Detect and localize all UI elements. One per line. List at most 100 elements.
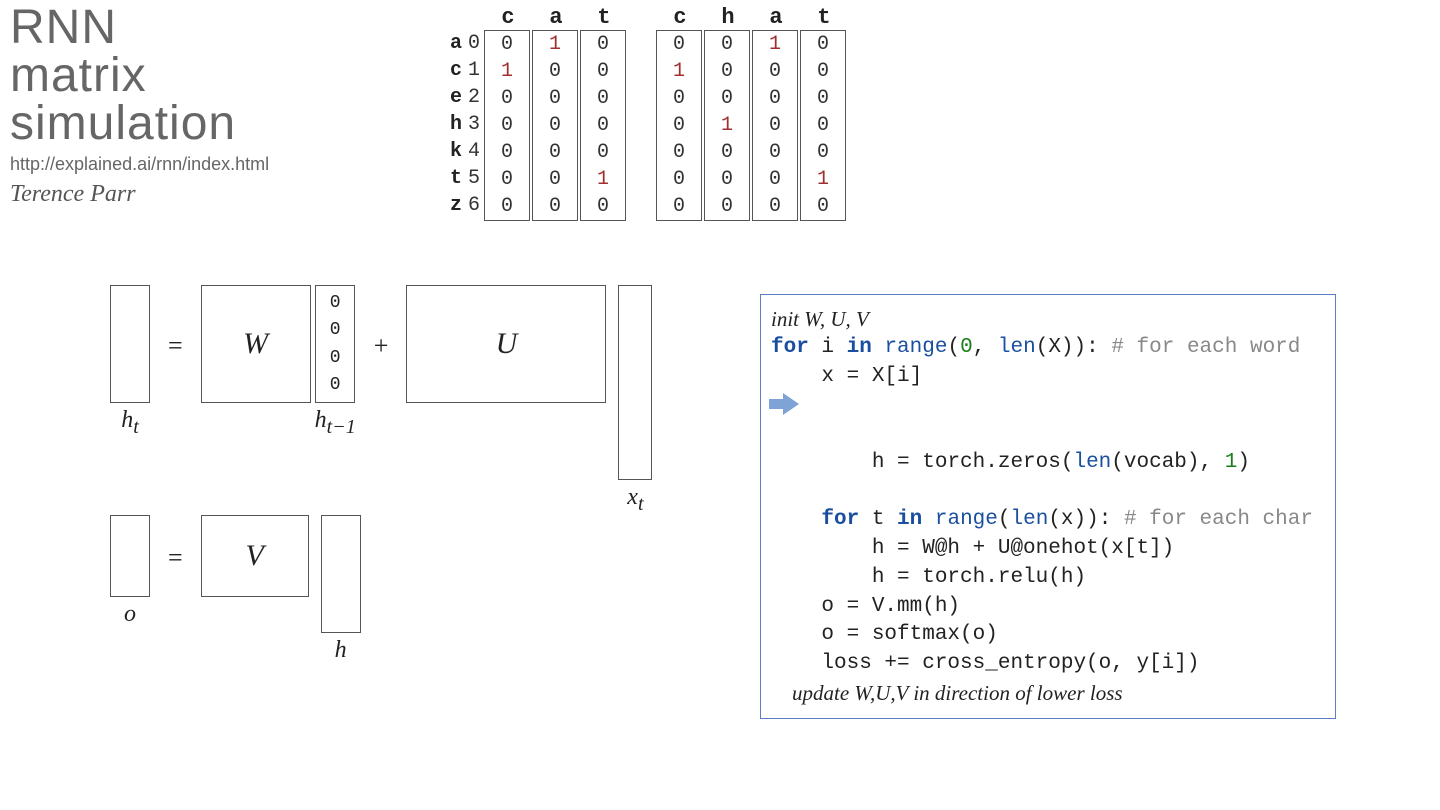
current-line-arrow-icon [769,393,799,415]
title-line-1: RNN [10,4,269,52]
htm1-zero-cell: 0 [330,348,341,368]
onehot-words: cat010000010000000000010chat010000000010… [484,4,848,221]
label-o: o [124,601,136,628]
onehot-col-header: c [656,5,704,30]
onehot-cell: 0 [657,85,701,112]
onehot-cell: 0 [801,112,845,139]
onehot-cell: 0 [657,193,701,220]
vector-htm1: 0000 [315,285,355,403]
title-block: RNN matrix simulation http://explained.a… [10,4,269,208]
equation-row-o: o = V h [110,515,730,664]
onehot-column: 0100000 [484,30,530,221]
onehot-cell: 0 [705,85,749,112]
onehot-cell: 0 [533,139,577,166]
onehot-cell: 0 [705,31,749,58]
code-line-h-update: h = W@h + U@onehot(x[t]) [771,535,1325,564]
vocab-row-label: a 0 [450,30,480,57]
onehot-cell: 0 [801,85,845,112]
onehot-cell: 0 [801,31,845,58]
onehot-column: 1000000 [532,30,578,221]
onehot-cell: 0 [533,112,577,139]
code-line-x: x = X[i] [771,363,1325,392]
matrix-V: V [201,515,309,597]
onehot-cell: 1 [705,112,749,139]
onehot-cell: 0 [533,58,577,85]
onehot-cell: 1 [485,58,529,85]
onehot-cell: 0 [533,193,577,220]
onehot-cell: 0 [753,193,797,220]
onehot-cell: 0 [657,31,701,58]
onehot-cell: 0 [581,85,625,112]
vector-o [110,515,150,597]
onehot-cell: 1 [753,31,797,58]
title-line-2: matrix [10,52,269,100]
source-url: http://explained.ai/rnn/index.html [10,154,269,175]
onehot-column: 0001000 [704,30,750,221]
onehot-cell: 0 [657,166,701,193]
onehot-cell: 0 [657,112,701,139]
onehot-cell: 0 [705,166,749,193]
onehot-col-header: t [580,5,628,30]
pseudocode-box: init W, U, V for i in range(0, len(X)): … [760,294,1336,719]
onehot-column: 0100000 [656,30,702,221]
onehot-cell: 0 [485,193,529,220]
author-name: Terence Parr [10,181,269,208]
code-line-for-char: for t in range(len(x)): # for each char [771,506,1325,535]
onehot-cell: 0 [485,166,529,193]
onehot-cell: 0 [533,85,577,112]
label-h: h [335,637,347,664]
code-line-loss: loss += cross_entropy(o, y[i]) [771,650,1325,679]
vector-ht [110,285,150,403]
code-line-softmax: o = softmax(o) [771,621,1325,650]
vocab-row-labels: a 0c 1e 2h 3k 4t 5z 6 [450,30,480,219]
matrix-W: W [201,285,311,403]
label-ht: ht [121,407,139,439]
equation-row-ht: ht = W 0000 ht−1 + U xt [110,285,730,485]
onehot-cell: 0 [581,139,625,166]
onehot-cell: 0 [581,31,625,58]
vector-h [321,515,361,633]
onehot-column: 1000000 [752,30,798,221]
code-line-update: update W,U,V in direction of lower loss [771,679,1325,708]
onehot-cell: 1 [657,58,701,85]
onehot-cell: 1 [801,166,845,193]
code-line-for-word: for i in range(0, len(X)): # for each wo… [771,334,1325,363]
label-xt: xt [627,484,643,516]
onehot-cell: 1 [581,166,625,193]
vocab-row-label: c 1 [450,57,480,84]
onehot-cell: 0 [705,193,749,220]
code-line-relu: h = torch.relu(h) [771,564,1325,593]
onehot-vocab-area: a 0c 1e 2h 3k 4t 5z 6 cat010000010000000… [450,4,848,221]
onehot-col-header: h [704,5,752,30]
onehot-cell: 0 [485,31,529,58]
equals-sign-1: = [162,331,189,361]
onehot-cell: 0 [753,58,797,85]
vocab-row-label: t 5 [450,165,480,192]
onehot-col-header: a [532,5,580,30]
onehot-column: 0000010 [800,30,846,221]
onehot-cell: 0 [801,193,845,220]
onehot-cell: 0 [753,139,797,166]
onehot-cell: 0 [801,139,845,166]
htm1-zero-cell: 0 [330,293,341,313]
matrix-U: U [406,285,606,403]
onehot-cell: 0 [657,139,701,166]
vocab-row-label: h 3 [450,111,480,138]
equation-area: ht = W 0000 ht−1 + U xt o = V h [110,285,730,664]
onehot-cell: 0 [581,58,625,85]
onehot-cell: 0 [533,166,577,193]
vocab-row-label: k 4 [450,138,480,165]
onehot-cell: 0 [705,58,749,85]
onehot-cell: 0 [753,166,797,193]
vocab-row-label: e 2 [450,84,480,111]
onehot-cell: 0 [485,112,529,139]
onehot-cell: 1 [533,31,577,58]
onehot-cell: 0 [753,85,797,112]
onehot-cell: 0 [485,85,529,112]
onehot-cell: 0 [801,58,845,85]
htm1-zero-cell: 0 [330,320,341,340]
code-line-o-vmm: o = V.mm(h) [771,593,1325,622]
code-line-init: init W, U, V [771,305,1325,334]
onehot-col-header: t [800,5,848,30]
vocab-row-label: z 6 [450,192,480,219]
